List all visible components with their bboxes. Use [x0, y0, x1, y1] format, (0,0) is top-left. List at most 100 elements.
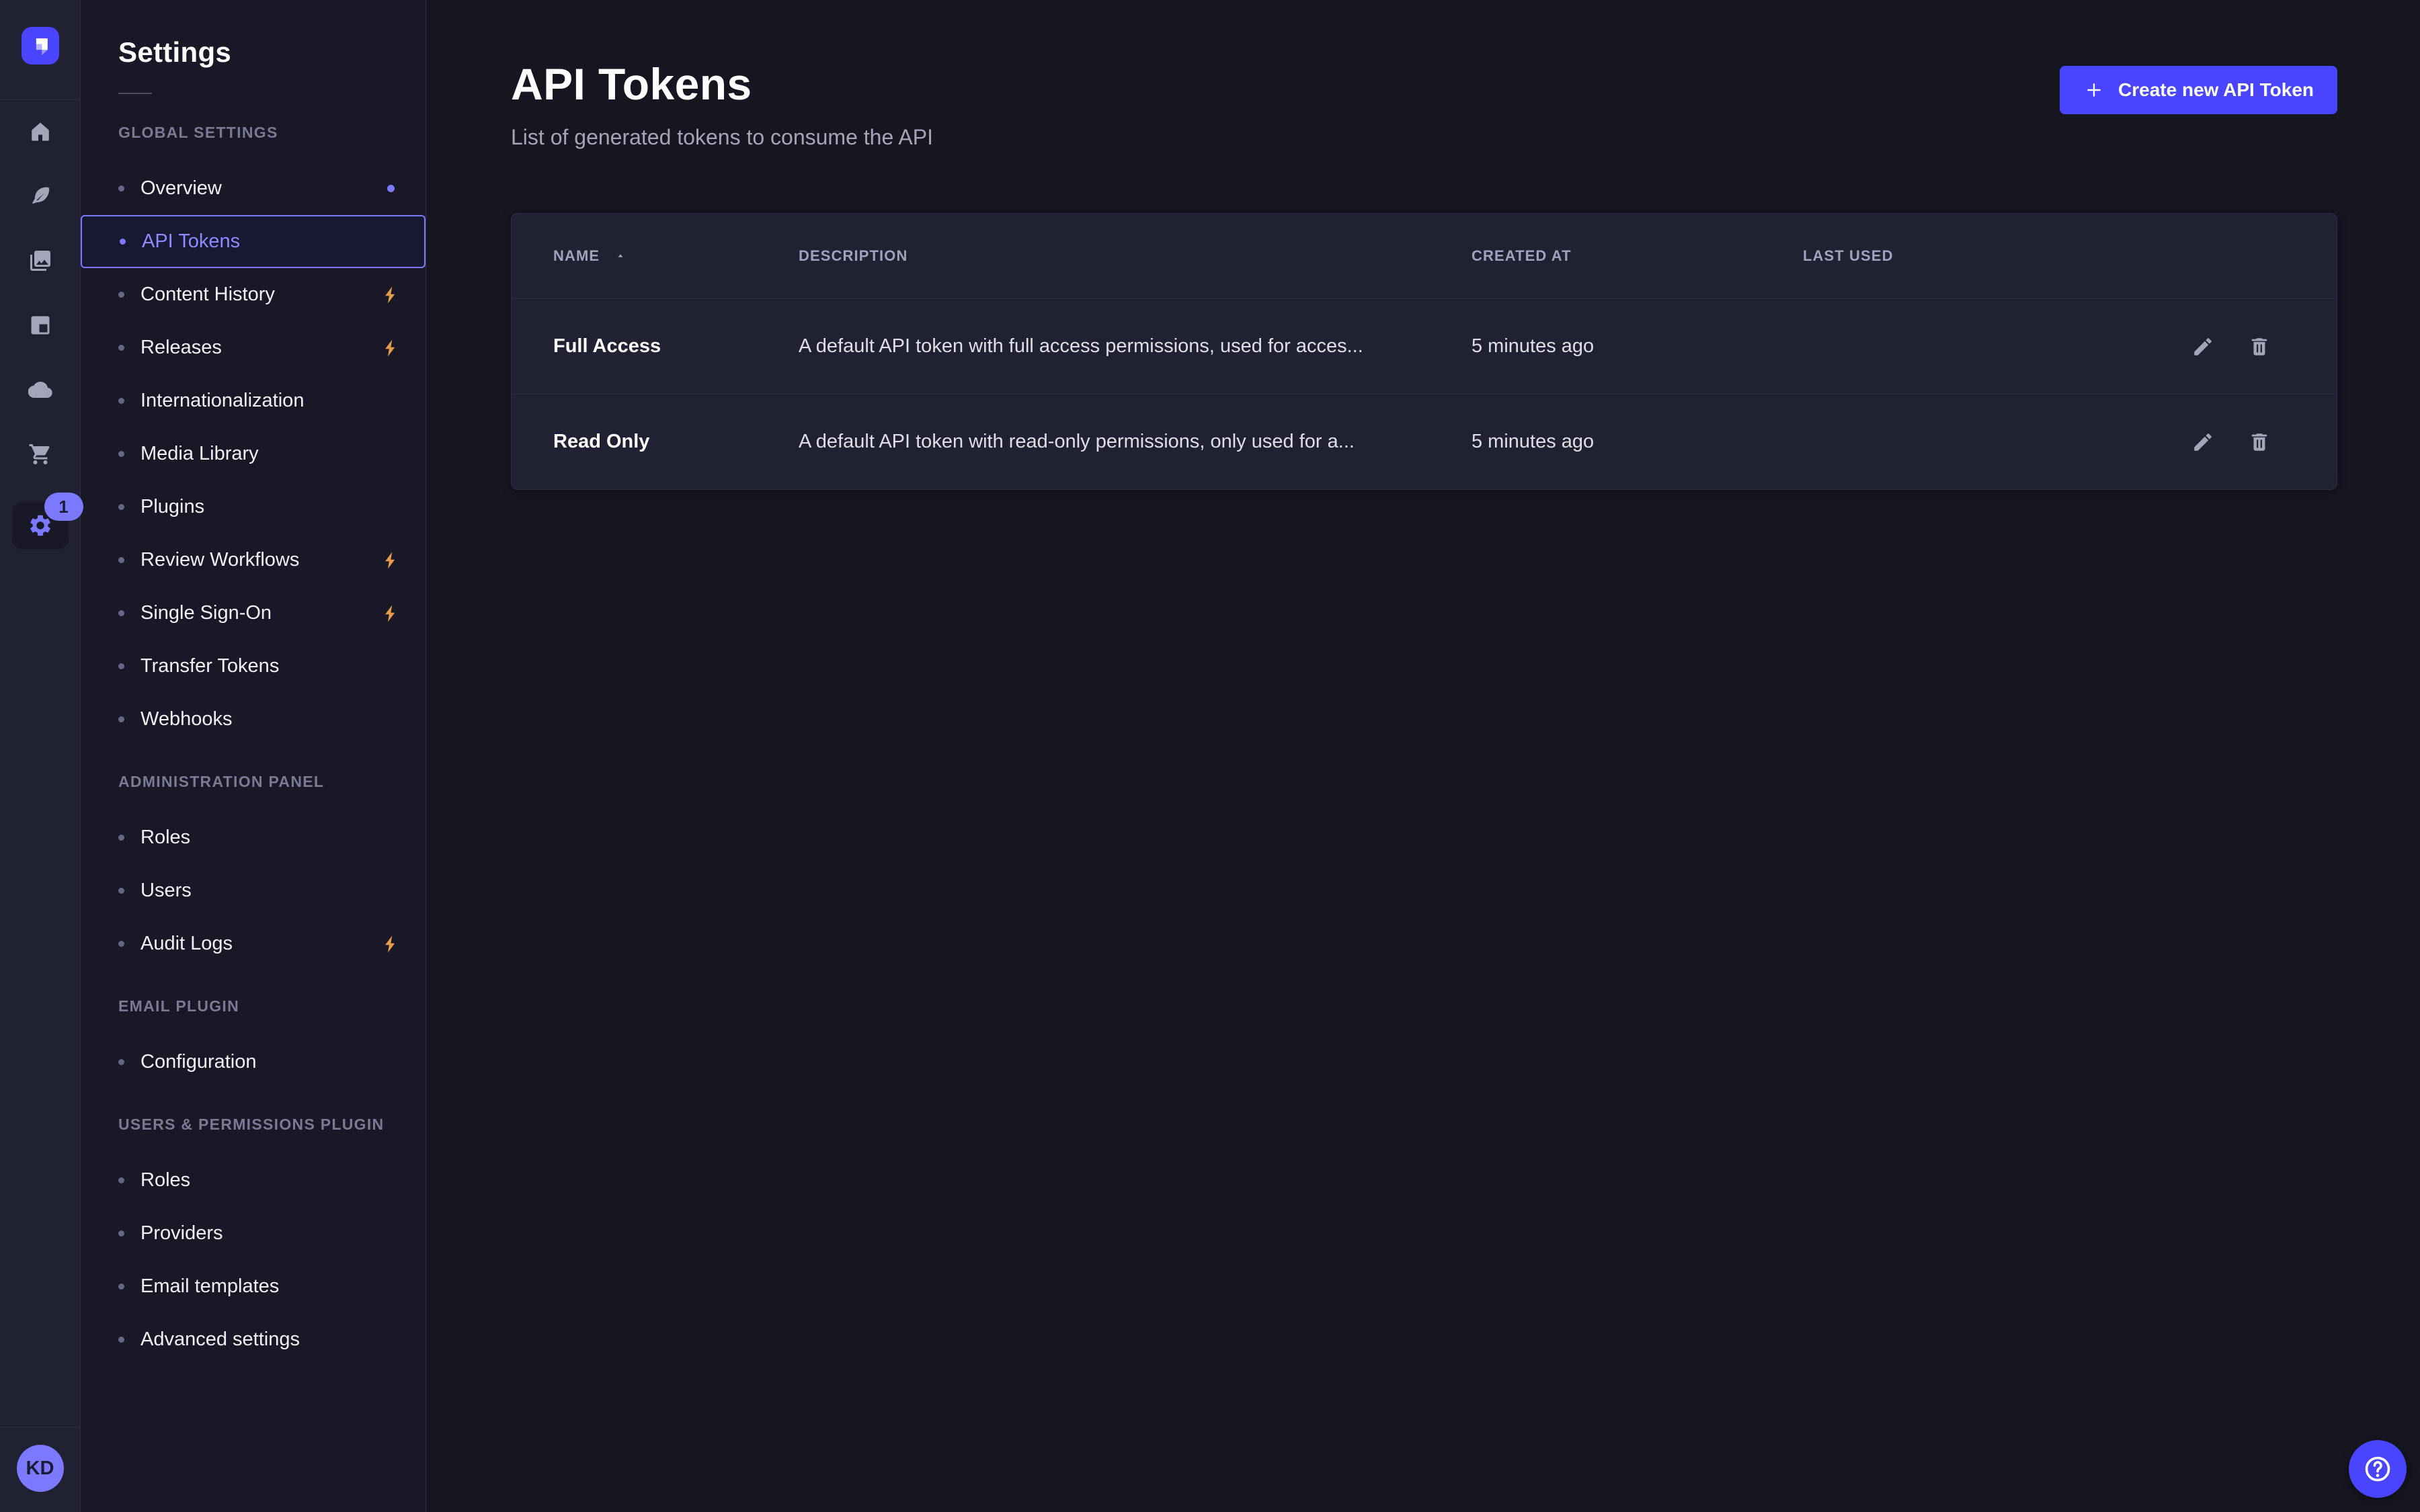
sidebar-item-webhooks[interactable]: Webhooks — [81, 693, 426, 746]
page-header: API Tokens List of generated tokens to c… — [511, 62, 2337, 150]
column-header-last-used: LAST USED — [1803, 247, 2147, 265]
sidebar-item-review-workflows[interactable]: Review Workflows — [81, 534, 426, 587]
subnav-sections: GLOBAL SETTINGS Overview API Tokens Content… — [81, 124, 426, 1366]
bullet-icon — [118, 398, 124, 404]
bullet-icon — [118, 610, 124, 616]
page-header-text: API Tokens List of generated tokens to c… — [511, 62, 933, 150]
sidebar-item-label: Transfer Tokens — [140, 655, 279, 677]
sidebar-item-label: Plugins — [140, 496, 204, 518]
rail-item-content-type-builder[interactable] — [23, 308, 58, 342]
bolt-icon — [381, 934, 401, 954]
edit-token-button[interactable] — [2190, 429, 2216, 455]
subnav-title: Settings — [118, 36, 426, 69]
api-tokens-table: NAME DESCRIPTION CREATED AT LAST USED Full … — [511, 213, 2337, 490]
table-row[interactable]: Full AccessA default API token with full… — [512, 298, 2337, 394]
rail-bottom: KD — [0, 1427, 80, 1512]
sidebar-item-releases[interactable]: Releases — [81, 321, 426, 374]
bullet-icon — [118, 888, 124, 894]
sidebar-item-roles[interactable]: Roles — [81, 811, 426, 864]
sidebar-item-label: Releases — [140, 337, 222, 359]
sidebar-item-transfer-tokens[interactable]: Transfer Tokens — [81, 640, 426, 693]
rail-item-cloud[interactable] — [23, 373, 58, 407]
token-created-at: 5 minutes ago — [1471, 335, 1803, 358]
sidebar-item-internationalization[interactable]: Internationalization — [81, 374, 426, 427]
sidebar-item-label: Advanced settings — [140, 1329, 300, 1351]
bullet-icon — [118, 1177, 124, 1183]
column-header-name[interactable]: NAME — [553, 247, 799, 265]
bullet-icon — [120, 239, 126, 245]
sidebar-item-plugins[interactable]: Plugins — [81, 480, 426, 534]
sidebar-item-api-tokens[interactable]: API Tokens — [81, 215, 426, 268]
subnav-section-label: ADMINISTRATION PANEL — [118, 773, 401, 791]
notification-dot — [387, 185, 395, 192]
table-row[interactable]: Read OnlyA default API token with read-o… — [512, 394, 2337, 489]
rail-item-home[interactable] — [23, 115, 58, 149]
bullet-icon — [118, 941, 124, 947]
strapi-logo-button[interactable] — [22, 27, 59, 65]
table-header-row: NAME DESCRIPTION CREATED AT LAST USED — [512, 214, 2337, 298]
subnav-section: GLOBAL SETTINGS Overview API Tokens Content… — [81, 124, 426, 746]
question-icon — [2362, 1454, 2393, 1484]
rail-item-media-library[interactable] — [23, 244, 58, 278]
images-icon — [28, 249, 52, 273]
edit-token-button[interactable] — [2190, 334, 2216, 360]
main-content: API Tokens List of generated tokens to c… — [426, 0, 2420, 1512]
rail-item-content-manager[interactable] — [23, 179, 58, 213]
rail-item-settings[interactable]: 1 — [12, 502, 69, 549]
bullet-icon — [118, 1284, 124, 1290]
column-header-label: NAME — [553, 247, 600, 265]
help-button[interactable] — [2349, 1440, 2407, 1498]
bullet-icon — [118, 504, 124, 510]
rail-item-marketplace[interactable] — [23, 437, 58, 471]
create-api-token-button[interactable]: Create new API Token — [2060, 66, 2337, 114]
sidebar-item-providers[interactable]: Providers — [81, 1207, 426, 1260]
sidebar-item-label: Roles — [140, 1169, 190, 1191]
bolt-icon — [381, 285, 401, 305]
subnav-item-list: Configuration — [81, 1036, 426, 1089]
token-name: Full Access — [553, 335, 799, 358]
page-title: API Tokens — [511, 62, 933, 106]
sidebar-item-label: Providers — [140, 1222, 223, 1245]
rail-icon-nav: 1 — [0, 100, 80, 580]
column-header-label: CREATED AT — [1471, 247, 1572, 264]
sidebar-item-label: Content History — [140, 284, 275, 306]
page-subtitle: List of generated tokens to consume the … — [511, 125, 933, 150]
bolt-icon — [381, 338, 401, 358]
token-created-at: 5 minutes ago — [1471, 431, 1803, 453]
row-actions — [2147, 429, 2295, 455]
subnav-section: EMAIL PLUGINConfiguration — [81, 997, 426, 1089]
bullet-icon — [118, 716, 124, 722]
user-avatar[interactable]: KD — [17, 1445, 64, 1492]
sidebar-item-roles[interactable]: Roles — [81, 1154, 426, 1207]
sidebar-item-email-templates[interactable]: Email templates — [81, 1260, 426, 1313]
sidebar-item-audit-logs[interactable]: Audit Logs — [81, 917, 426, 970]
sidebar-item-configuration[interactable]: Configuration — [81, 1036, 426, 1089]
column-header-created-at: CREATED AT — [1471, 247, 1803, 265]
sidebar-item-label: Overview — [140, 177, 222, 200]
trash-icon — [2248, 431, 2271, 454]
delete-token-button[interactable] — [2247, 429, 2272, 455]
token-name: Read Only — [553, 431, 799, 453]
bolt-icon — [381, 550, 401, 571]
sidebar-item-advanced-settings[interactable]: Advanced settings — [81, 1313, 426, 1366]
plus-icon — [2083, 79, 2105, 101]
sidebar-item-label: Webhooks — [140, 708, 233, 730]
sidebar-item-media-library[interactable]: Media Library — [81, 427, 426, 480]
cloud-icon — [28, 378, 52, 402]
sidebar-item-label: Email templates — [140, 1275, 279, 1298]
sidebar-item-users[interactable]: Users — [81, 864, 426, 917]
home-icon — [28, 120, 52, 144]
subnav-section-label: GLOBAL SETTINGS — [118, 124, 401, 142]
notification-badge: 1 — [44, 493, 83, 521]
sidebar-item-label: Users — [140, 880, 192, 902]
column-header-label: DESCRIPTION — [799, 247, 908, 264]
subnav-section-label: USERS & PERMISSIONS PLUGIN — [118, 1116, 401, 1134]
strapi-logo — [27, 32, 54, 59]
sidebar-item-content-history[interactable]: Content History — [81, 268, 426, 321]
sidebar-item-label: Review Workflows — [140, 549, 299, 571]
sidebar-item-single-sign-on[interactable]: Single Sign-On — [81, 587, 426, 640]
pencil-icon — [2191, 431, 2214, 454]
sidebar-item-overview[interactable]: Overview — [81, 162, 426, 215]
delete-token-button[interactable] — [2247, 334, 2272, 360]
create-api-token-label: Create new API Token — [2118, 79, 2314, 101]
